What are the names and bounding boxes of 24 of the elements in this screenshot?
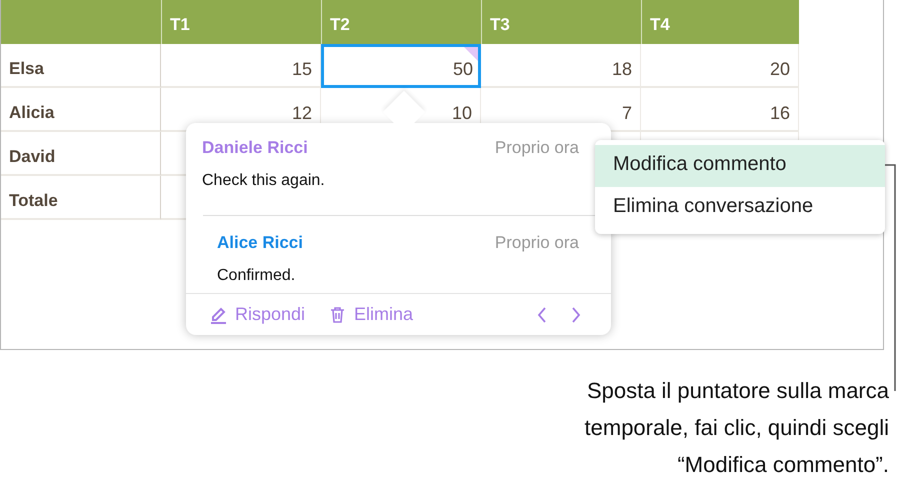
menu-item[interactable]: Elimina conversazione bbox=[595, 187, 885, 229]
comment-author: Daniele Ricci bbox=[202, 137, 308, 159]
table-cell[interactable]: 50 bbox=[321, 44, 481, 88]
column-header: T4 bbox=[641, 0, 799, 44]
row-label: Totale bbox=[1, 176, 161, 220]
column-header: T3 bbox=[481, 0, 641, 44]
trash-icon bbox=[329, 306, 346, 324]
pencil-icon bbox=[210, 306, 227, 324]
table-cell[interactable]: 20 bbox=[641, 44, 799, 88]
row-label: Alicia bbox=[1, 88, 161, 132]
row-label: Elsa bbox=[1, 44, 161, 88]
chevron-left-icon[interactable] bbox=[537, 306, 547, 322]
chevron-right-icon[interactable] bbox=[571, 306, 581, 322]
table-cell[interactable]: 15 bbox=[161, 44, 321, 88]
table-cell[interactable]: 16 bbox=[641, 88, 799, 132]
comment-text: Check this again. bbox=[202, 170, 326, 190]
callout-text: Sposta il puntatore sulla marca temporale, fai clic, quindi scegli “Modifica commento”. bbox=[584, 377, 889, 479]
column-header: T2 bbox=[321, 0, 481, 44]
column-header: T1 bbox=[161, 0, 321, 44]
comment-text: Confirmed. bbox=[217, 266, 296, 286]
row-label: David bbox=[1, 132, 161, 176]
comment-author: Alice Ricci bbox=[217, 232, 303, 254]
menu-item[interactable]: Modifica commento bbox=[595, 145, 885, 187]
table-cell[interactable]: 18 bbox=[481, 44, 641, 88]
